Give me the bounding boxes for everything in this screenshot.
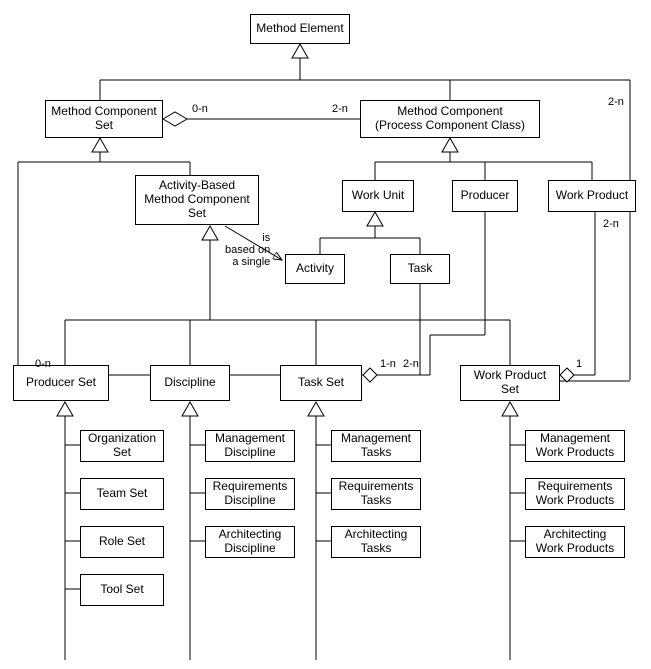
node-method-element: Method Element <box>250 14 350 44</box>
node-role-set: Role Set <box>80 526 164 558</box>
node-architecting-wp: Architecting Work Products <box>525 526 625 558</box>
node-architecting-discipline: Architecting Discipline <box>205 526 295 558</box>
node-management-wp: Management Work Products <box>525 430 625 462</box>
node-activity-based-mcs: Activity-Based Method Component Set <box>135 175 259 225</box>
node-requirements-discipline: Requirements Discipline <box>205 478 295 510</box>
label-agg-0n-top: 0-n <box>192 103 208 115</box>
node-producer-set: Producer Set <box>13 365 109 401</box>
node-tool-set: Tool Set <box>80 574 164 606</box>
node-producer: Producer <box>452 180 518 212</box>
node-requirements-wp: Requirements Work Products <box>525 478 625 510</box>
node-work-unit: Work Unit <box>342 180 414 212</box>
node-management-tasks: Management Tasks <box>331 430 421 462</box>
label-ps-0n: 0-n <box>35 358 51 370</box>
node-work-product: Work Product <box>548 180 636 212</box>
node-task-set: Task Set <box>280 365 362 401</box>
node-method-component-pcc: Method Component (Process Component Clas… <box>360 100 540 138</box>
node-requirements-tasks: Requirements Tasks <box>331 478 421 510</box>
node-activity: Activity <box>285 254 345 284</box>
label-right-lower-2n: 2-n <box>603 218 619 230</box>
label-ps-2n: 2-n <box>403 358 419 370</box>
node-method-component-set: Method Component Set <box>45 100 163 138</box>
node-team-set: Team Set <box>80 478 164 510</box>
label-agg-2n-top: 2-n <box>332 103 348 115</box>
label-wps-1: 1 <box>576 358 582 370</box>
node-task: Task <box>390 254 450 284</box>
node-architecting-tasks: Architecting Tasks <box>331 526 421 558</box>
node-management-discipline: Management Discipline <box>205 430 295 462</box>
node-organization-set: Organization Set <box>80 430 164 462</box>
node-discipline: Discipline <box>150 365 230 401</box>
node-work-product-set: Work Product Set <box>460 365 560 401</box>
label-right-2n: 2-n <box>608 96 624 108</box>
label-based-on: is based on a single <box>225 232 270 268</box>
label-ts-1n: 1-n <box>380 358 396 370</box>
